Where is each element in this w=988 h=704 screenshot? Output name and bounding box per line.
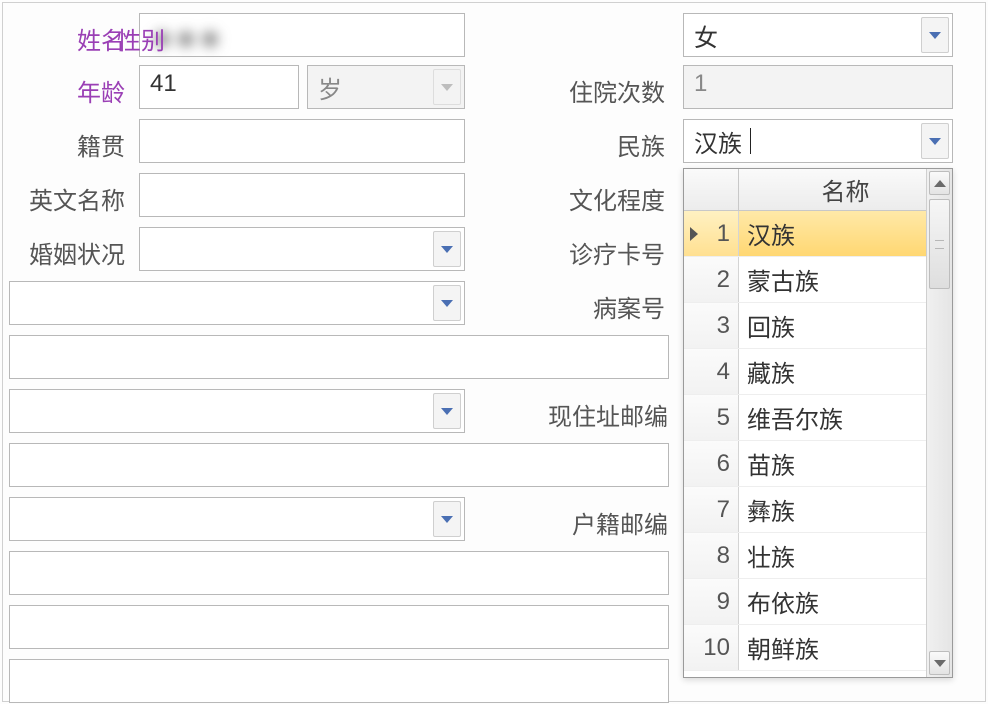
registered-addr-combo-button[interactable] [433, 501, 461, 537]
dropdown-option[interactable]: 2蒙古族 [684, 257, 926, 303]
chevron-down-icon [441, 246, 453, 253]
gender-combo[interactable]: 女 [683, 13, 953, 57]
current-addr-combo[interactable] [9, 389, 465, 433]
scroll-up-button[interactable] [929, 171, 950, 195]
chevron-down-icon [934, 660, 946, 667]
dropdown-option-label: 朝鲜族 [739, 625, 926, 670]
chevron-down-icon [929, 138, 941, 145]
ethnic-dropdown-popup[interactable]: 名称 1汉族2蒙古族3回族4藏族5维吾尔族6苗族7彝族8壮族9布依族10朝鲜族 [683, 168, 953, 678]
label-registered-zip: 户籍邮编 [473, 505, 668, 540]
label-english-name: 英文名称 [3, 181, 125, 216]
dropdown-option-index: 8 [684, 533, 739, 578]
dropdown-option-index: 5 [684, 395, 739, 440]
registered-addr-combo[interactable] [9, 497, 465, 541]
dropdown-option-index: 10 [684, 625, 739, 670]
full-field-5[interactable] [9, 659, 669, 703]
marital-combo-button[interactable] [433, 231, 461, 267]
label-card-no: 诊疗卡号 [503, 235, 665, 270]
chevron-down-icon [929, 32, 941, 39]
dropdown-option-label: 蒙古族 [739, 257, 926, 302]
full-field-1[interactable] [9, 335, 669, 379]
scroll-thumb[interactable] [929, 199, 950, 289]
label-admit-count: 住院次数 [503, 73, 665, 108]
label-marital: 婚姻状况 [3, 235, 125, 270]
chevron-down-icon [441, 300, 453, 307]
dropdown-option[interactable]: 9布依族 [684, 579, 926, 625]
chevron-down-icon [441, 84, 453, 91]
dropdown-option[interactable]: 7彝族 [684, 487, 926, 533]
dropdown-option[interactable]: 6苗族 [684, 441, 926, 487]
dropdown-header: 名称 [684, 169, 952, 211]
ethnic-combo[interactable]: 汉族 [683, 119, 953, 163]
dropdown-header-name-col: 名称 [739, 169, 952, 210]
dropdown-option-label: 苗族 [739, 441, 926, 486]
age-unit-value: 岁 [318, 77, 342, 104]
chevron-down-icon [441, 408, 453, 415]
full-field-2[interactable] [9, 443, 669, 487]
label-age: 年龄 [3, 73, 125, 108]
extra-combo-1[interactable] [9, 281, 465, 325]
admit-count-value: 1 [694, 70, 707, 97]
native-place-field[interactable] [139, 119, 465, 163]
dropdown-option-label: 彝族 [739, 487, 926, 532]
dropdown-option-index: 3 [684, 303, 739, 348]
dropdown-option-label: 布依族 [739, 579, 926, 624]
full-field-3[interactable] [9, 551, 669, 595]
dropdown-header-index-col [684, 169, 739, 210]
dropdown-option-index: 9 [684, 579, 739, 624]
dropdown-option-label: 维吾尔族 [739, 395, 926, 440]
dropdown-option-label: 壮族 [739, 533, 926, 578]
form-panel: 姓名 ＊＊＊ 性别 女 年龄 41 岁 住院次数 1 籍贯 民族 汉族 英文名称… [2, 2, 986, 702]
ethnic-value: 汉族 [694, 131, 742, 158]
full-field-4[interactable] [9, 605, 669, 649]
dropdown-option[interactable]: 5维吾尔族 [684, 395, 926, 441]
label-ethnic: 民族 [503, 127, 665, 162]
dropdown-option-index: 7 [684, 487, 739, 532]
row-selected-caret-icon [690, 227, 698, 241]
dropdown-option-index: 6 [684, 441, 739, 486]
text-caret [750, 128, 751, 154]
extra-combo-1-button[interactable] [433, 285, 461, 321]
dropdown-option-index: 1 [684, 211, 739, 256]
label-current-zip: 现住址邮编 [473, 397, 668, 432]
marital-combo[interactable] [139, 227, 465, 271]
dropdown-option-index: 2 [684, 257, 739, 302]
dropdown-option[interactable]: 4藏族 [684, 349, 926, 395]
dropdown-option-label: 藏族 [739, 349, 926, 394]
chevron-up-icon [934, 180, 946, 187]
name-field[interactable]: ＊＊＊ [139, 13, 465, 57]
dropdown-option[interactable]: 1汉族 [684, 211, 926, 257]
age-value: 41 [150, 70, 177, 97]
dropdown-body: 1汉族2蒙古族3回族4藏族5维吾尔族6苗族7彝族8壮族9布依族10朝鲜族 [684, 211, 926, 677]
current-addr-combo-button[interactable] [433, 393, 461, 429]
label-medical-record-no: 病案号 [503, 289, 665, 324]
gender-combo-button[interactable] [921, 17, 949, 53]
dropdown-option-label: 回族 [739, 303, 926, 348]
dropdown-scrollbar[interactable] [926, 169, 952, 677]
scroll-down-button[interactable] [929, 651, 950, 675]
dropdown-option[interactable]: 3回族 [684, 303, 926, 349]
dropdown-option[interactable]: 10朝鲜族 [684, 625, 926, 671]
ethnic-combo-button[interactable] [921, 123, 949, 159]
dropdown-option-index: 4 [684, 349, 739, 394]
dropdown-option-label: 汉族 [739, 211, 926, 256]
age-unit-combo: 岁 [307, 65, 465, 109]
label-native-place: 籍贯 [3, 127, 125, 162]
admit-count-field: 1 [683, 65, 953, 109]
chevron-down-icon [441, 516, 453, 523]
dropdown-option[interactable]: 8壮族 [684, 533, 926, 579]
age-field[interactable]: 41 [139, 65, 299, 109]
label-education: 文化程度 [503, 181, 665, 216]
english-name-field[interactable] [139, 173, 465, 217]
label-gender: 性别 [3, 21, 165, 56]
age-unit-combo-button [433, 69, 461, 105]
gender-value: 女 [694, 25, 718, 52]
